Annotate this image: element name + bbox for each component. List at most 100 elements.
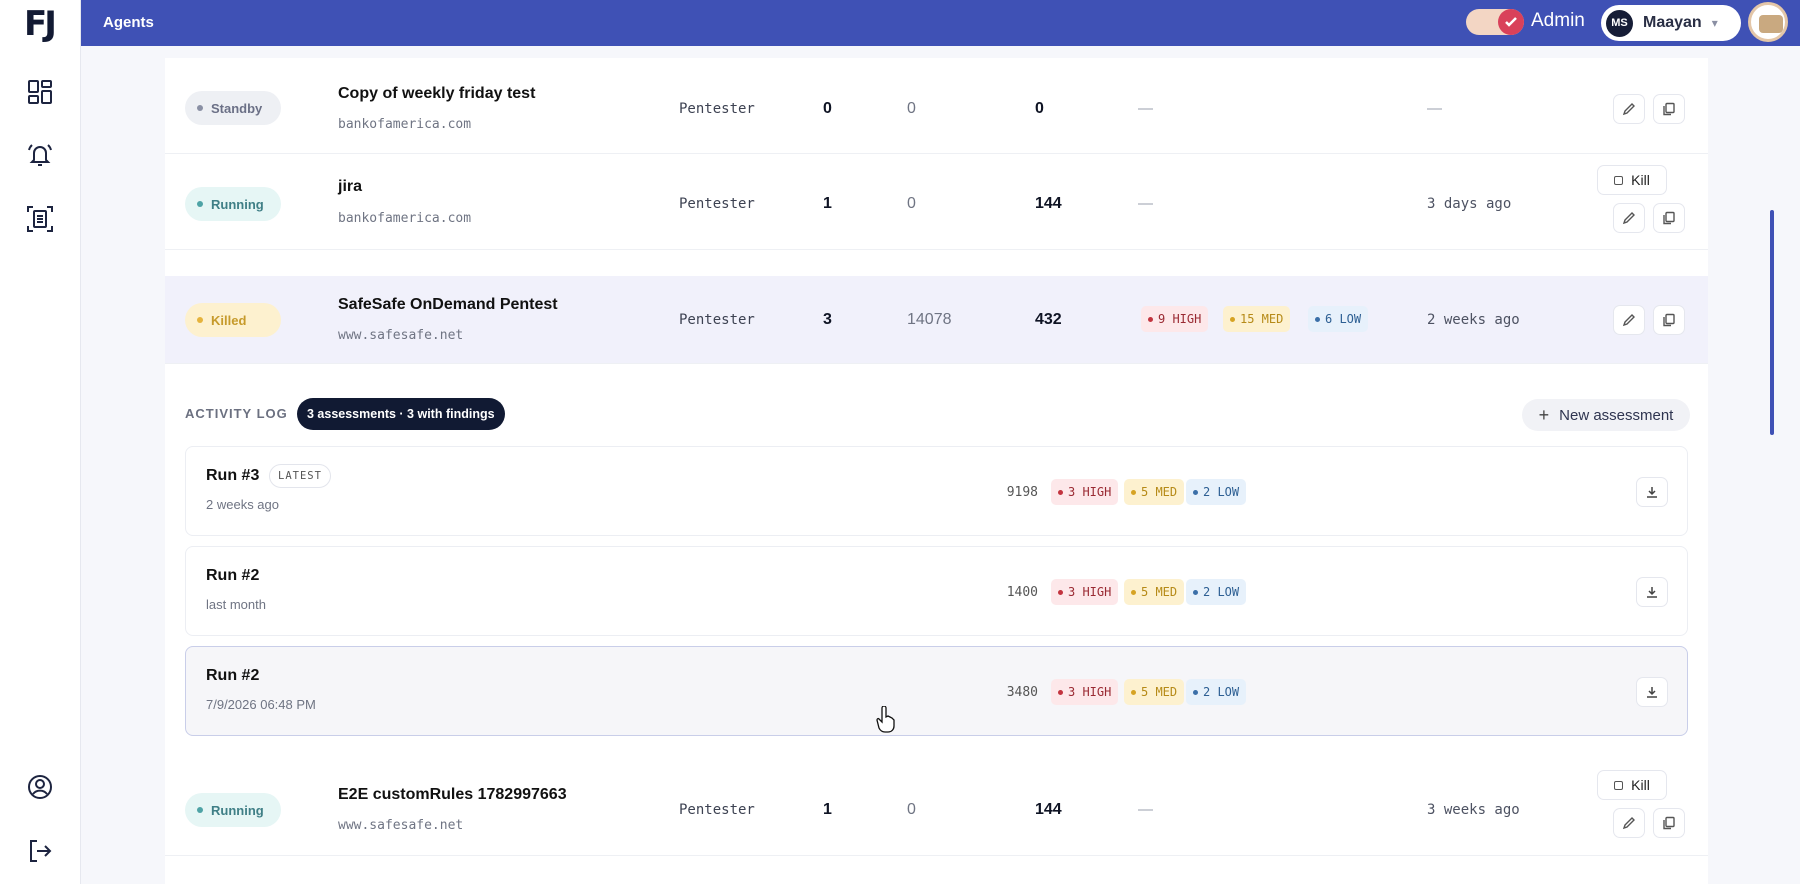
status-badge: Running [185,187,281,221]
pencil-icon [1622,314,1635,327]
avatar: MS [1606,9,1633,37]
agent-name[interactable]: jira [338,178,362,196]
run-time: last month [206,597,266,612]
high-severity-badge: 9 HIGH [1141,306,1209,332]
medium-severity-badge: 5 MED [1124,579,1185,605]
table-row[interactable]: Running jira bankofamerica.com Pentester… [165,154,1708,250]
findings-empty: — [1138,100,1153,117]
run-time: 7/9/2026 06:48 PM [206,697,316,712]
chevron-down-icon: ▾ [1711,16,1718,30]
kill-button[interactable]: Kill [1597,165,1667,195]
high-severity-badge: 3 HIGH [1051,479,1119,505]
run-card[interactable]: Run #3 LATEST 2 weeks ago 9198 3 HIGH 5 … [185,446,1688,536]
download-icon [1647,487,1657,498]
duplicate-button[interactable] [1653,203,1685,233]
new-assessment-button[interactable]: + New assessment [1522,399,1690,431]
edit-button[interactable] [1613,808,1645,838]
activity-log-label: ACTIVITY LOG [185,406,288,421]
run-count: 1400 [1006,585,1038,600]
profile-avatar[interactable] [1748,2,1788,42]
run-card[interactable]: Run #2 7/9/2026 06:48 PM 3480 3 HIGH 5 M… [185,646,1688,736]
agent-count-3: 144 [1035,195,1062,212]
agent-type: Pentester [679,101,755,117]
plus-icon: + [1538,404,1550,425]
admin-toggle[interactable] [1466,9,1524,35]
user-name: Maayan [1643,14,1702,31]
agent-name[interactable]: SafeSafe OnDemand Pentest [338,296,558,314]
agent-count-3: 144 [1035,801,1062,818]
medium-severity-badge: 15 MED [1223,306,1291,332]
run-title: Run #2 [206,667,260,684]
edit-button[interactable] [1613,94,1645,124]
agent-domain: bankofamerica.com [338,117,472,132]
logout-icon[interactable] [25,836,55,866]
duplicate-button[interactable] [1653,808,1685,838]
bell-alert-icon[interactable] [25,140,55,170]
low-severity-badge: 2 LOW [1186,679,1247,705]
hand-cursor-icon [876,706,895,733]
last-run: 2 weeks ago [1427,312,1520,328]
admin-label: Admin [1531,10,1585,31]
pencil-icon [1622,817,1635,830]
low-severity-badge: 2 LOW [1186,579,1247,605]
findings-empty: — [1138,195,1153,212]
pencil-icon [1622,103,1635,116]
agent-count-1: 0 [823,100,832,117]
run-count: 3480 [1006,685,1038,700]
last-run: — [1427,100,1442,117]
stop-icon [1614,175,1624,185]
download-button[interactable] [1636,677,1668,707]
table-row-expanded[interactable]: Killed SafeSafe OnDemand Pentest www.saf… [165,276,1708,364]
run-card[interactable]: Run #2 last month 1400 3 HIGH 5 MED 2 LO… [185,546,1688,636]
status-badge: Killed [185,303,281,337]
edit-button[interactable] [1613,305,1645,335]
copy-icon [1663,102,1675,116]
last-run: 3 weeks ago [1427,802,1520,818]
duplicate-button[interactable] [1653,305,1685,335]
table-row[interactable]: Running E2E customRules 1782997663 www.s… [165,760,1708,856]
medium-severity-badge: 5 MED [1124,679,1185,705]
agent-name[interactable]: E2E customRules 1782997663 [338,786,567,804]
copy-icon [1663,211,1675,225]
download-button[interactable] [1636,477,1668,507]
low-severity-badge: 6 LOW [1308,306,1369,332]
agent-count-1: 1 [823,195,832,212]
agent-count-2: 0 [907,100,916,117]
agent-type: Pentester [679,802,755,818]
status-badge: Standby [185,91,281,125]
agent-count-3: 432 [1035,311,1062,328]
run-count: 9198 [1006,485,1038,500]
download-icon [1647,587,1657,598]
run-title: Run #2 [206,567,260,584]
top-bar: Agents Admin MS Maayan ▾ [81,0,1800,46]
app-logo[interactable]: FJ [24,4,57,44]
edit-button[interactable] [1613,203,1645,233]
agent-count-2: 0 [907,801,916,818]
last-run: 3 days ago [1427,196,1512,212]
status-badge: Running [185,793,281,827]
findings-empty: — [1138,801,1153,818]
agent-count-3: 0 [1035,100,1044,117]
medium-severity-badge: 5 MED [1124,479,1185,505]
agent-name[interactable]: Copy of weekly friday test [338,85,535,103]
run-title: Run #3 [206,467,260,484]
dashboard-icon[interactable] [25,77,55,107]
download-icon [1647,687,1657,698]
agent-count-2: 14078 [907,311,952,328]
download-button[interactable] [1636,577,1668,607]
kill-button[interactable]: Kill [1597,770,1667,800]
agent-type: Pentester [679,196,755,212]
duplicate-button[interactable] [1653,94,1685,124]
user-menu[interactable]: MS Maayan ▾ [1601,5,1741,41]
copy-icon [1663,816,1675,830]
high-severity-badge: 3 HIGH [1051,579,1119,605]
account-icon[interactable] [25,772,55,802]
agents-table: Standby Copy of weekly friday test banko… [165,58,1708,884]
high-severity-badge: 3 HIGH [1051,679,1119,705]
check-icon [1498,9,1524,35]
table-row[interactable]: Standby Copy of weekly friday test banko… [165,58,1708,154]
scrollbar-thumb[interactable] [1770,210,1774,435]
assessments-summary-badge: 3 assessments · 3 with findings [297,398,505,430]
report-icon[interactable] [25,204,55,234]
agent-type: Pentester [679,312,755,328]
